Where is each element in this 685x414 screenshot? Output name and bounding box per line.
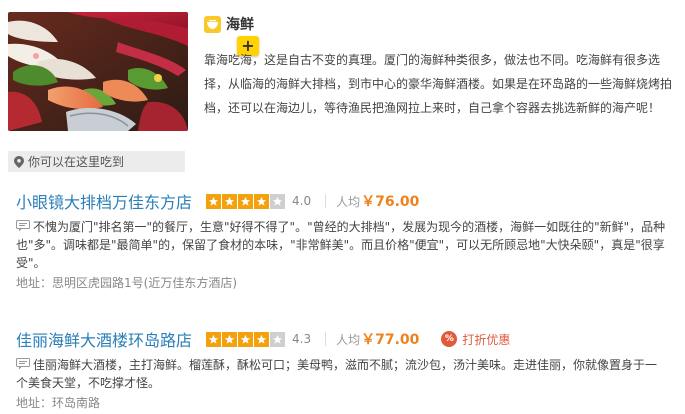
divider: [325, 194, 327, 208]
promo-label: 打折优惠: [462, 332, 511, 347]
rating-score: 4.3: [292, 332, 312, 346]
restaurant-name-link[interactable]: 佳丽海鲜大酒楼环岛路店: [16, 327, 192, 351]
food-photo[interactable]: [8, 12, 188, 131]
discount-promo[interactable]: % 打折优惠: [441, 331, 510, 348]
star-icon: [254, 331, 270, 347]
where-to-eat-header: 你可以在这里吃到: [8, 151, 185, 172]
restaurant-review: 佳丽海鲜大酒楼，主打海鲜。榴莲酥，酥松可口；美母鸭，滋而不腻；流沙包，汤汁美味。…: [16, 356, 666, 392]
star-icon: [222, 193, 238, 209]
restaurant-review: 不愧为厦门"排名第一"的餐厅，生意"好得不得了"。"曾经的大排档"，发展为现今的…: [16, 218, 666, 272]
avg-price-label: 人均: [336, 332, 361, 347]
comment-icon: [16, 357, 30, 370]
star-icon: [270, 331, 286, 347]
star-icon: [206, 193, 222, 209]
star-icon: [254, 193, 270, 209]
avg-price-value: ￥76.00: [361, 194, 420, 210]
avg-price-value: ￥77.00: [361, 332, 420, 348]
star-rating: [206, 193, 286, 209]
food-title: 海鲜: [226, 17, 254, 33]
comment-icon: [16, 219, 30, 232]
restaurant-name-link[interactable]: 小眼镜大排档万佳东方店: [16, 189, 192, 213]
restaurant-address: 地址：环岛南路: [16, 396, 101, 410]
star-icon: [238, 331, 254, 347]
divider: [325, 332, 327, 346]
star-icon: [238, 193, 254, 209]
avg-price-label: 人均: [336, 194, 361, 209]
star-rating: [206, 331, 286, 347]
map-pin-icon: [14, 155, 24, 168]
star-icon: [222, 331, 238, 347]
rating-score: 4.0: [292, 194, 312, 208]
review-text: 不愧为厦门"排名第一"的餐厅，生意"好得不得了"。"曾经的大排档"，发展为现今的…: [16, 220, 666, 270]
where-label: 你可以在这里吃到: [28, 155, 125, 169]
discount-icon: %: [441, 331, 458, 347]
food-description: 靠海吃海，这是自古不变的真理。厦门的海鲜种类很多，做法也不同。吃海鲜有很多选择，…: [204, 53, 673, 115]
star-icon: [206, 331, 222, 347]
restaurant-card: 小眼镜大排档万佳东方店 4.0 人均 ￥76.00 不愧为厦门"排名第一"的餐厅…: [16, 189, 676, 291]
food-header: 海鲜: [204, 14, 254, 34]
star-icon: [270, 193, 286, 209]
bowl-icon: [204, 15, 221, 33]
restaurant-card: 佳丽海鲜大酒楼环岛路店 4.3 人均 ￥77.00 % 打折优惠 佳丽海鲜大酒楼…: [16, 327, 676, 411]
review-text: 佳丽海鲜大酒楼，主打海鲜。榴莲酥，酥松可口；美母鸭，滋而不腻；流沙包，汤汁美味。…: [16, 358, 658, 390]
restaurant-address: 地址：思明区虎园路1号(近万佳东方酒店): [16, 276, 237, 290]
